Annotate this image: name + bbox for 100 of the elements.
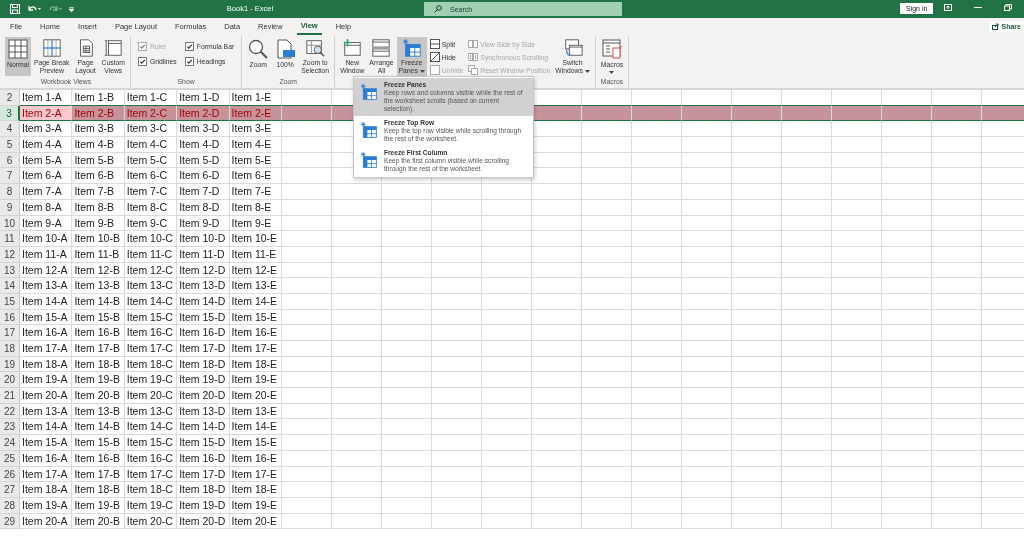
- table-cell: Item 20-D: [177, 513, 230, 530]
- save-icon[interactable]: [10, 4, 20, 14]
- table-cell: Item 13-A: [20, 278, 73, 294]
- row-number[interactable]: 21: [0, 388, 20, 404]
- row-number[interactable]: 7: [0, 168, 20, 185]
- table-cell: Item 9-A: [20, 215, 73, 232]
- table-cell: Item 13-E: [229, 403, 282, 420]
- row-number[interactable]: 20: [0, 372, 20, 389]
- table-cell: Item 17-C: [124, 341, 178, 357]
- minimize-icon[interactable]: [974, 4, 982, 11]
- split-icon: [429, 39, 440, 49]
- table-cell: Item 13-B: [72, 278, 125, 294]
- table-cell: Item 1-D: [177, 90, 230, 106]
- grid-icon: [7, 38, 29, 60]
- table-cell: Item 3-E: [229, 121, 282, 138]
- new-window-icon: [341, 38, 364, 58]
- ribbon-display-icon[interactable]: [944, 4, 952, 11]
- table-cell: Item 16-B: [72, 325, 125, 341]
- table-cell: Item 18-E: [229, 482, 282, 498]
- table-cell: Item 16-C: [124, 325, 178, 341]
- restore-icon[interactable]: [1004, 4, 1012, 11]
- table-cell: Item 13-B: [72, 403, 125, 420]
- side-by-side-icon: [468, 39, 479, 49]
- table-cell: Item 8-B: [72, 199, 125, 216]
- row-number[interactable]: 8: [0, 184, 20, 200]
- table-cell: Item 11-B: [72, 246, 125, 263]
- table-cell: Item 16-A: [20, 450, 73, 467]
- table-cell: Item 17-E: [229, 466, 282, 483]
- side-by-side-icon: [468, 52, 479, 62]
- table-cell: Item 16-D: [177, 450, 230, 467]
- table-cell: Item 4-E: [229, 137, 282, 153]
- row-number[interactable]: 11: [0, 231, 20, 247]
- table-cell: Item 11-D: [177, 246, 230, 263]
- checkbox[interactable]: [184, 42, 194, 51]
- table-cell: Item 18-A: [20, 356, 73, 373]
- table-cell: Item 12-D: [177, 262, 230, 279]
- table-cell: Item 8-E: [229, 199, 282, 216]
- table-cell: Item 18-A: [20, 482, 73, 498]
- table-cell: Item 19-D: [177, 497, 230, 514]
- table-cell: Item 14-B: [72, 419, 125, 436]
- table-cell: Item 16-C: [124, 450, 178, 467]
- row-number[interactable]: 23: [0, 419, 20, 436]
- freeze-panes-icon: [360, 83, 378, 101]
- table-cell: Item 18-C: [124, 356, 178, 373]
- table-cell: Item 19-A: [20, 372, 73, 389]
- table-cell: Item 20-C: [124, 388, 178, 404]
- table-cell: Item 17-E: [229, 341, 282, 357]
- row-number[interactable]: 27: [0, 482, 20, 498]
- row-number[interactable]: 17: [0, 325, 20, 341]
- table-cell: Item 15-E: [229, 435, 282, 451]
- table-cell: Item 5-B: [72, 152, 125, 169]
- table-cell: Item 14-E: [229, 419, 282, 436]
- table-cell: Item 6-D: [177, 168, 230, 185]
- row-number[interactable]: 4: [0, 121, 20, 138]
- table-cell: Item 17-C: [124, 466, 178, 483]
- table-cell: Item 14-C: [124, 419, 178, 436]
- table-cell: Item 4-B: [72, 137, 125, 153]
- table-cell: Item 3-B: [72, 121, 125, 138]
- checkbox[interactable]: [184, 57, 194, 66]
- search-icon: [247, 38, 270, 60]
- table-cell: Item 20-C: [124, 513, 178, 530]
- table-cell: Item 10-E: [229, 231, 282, 247]
- table-cell: Item 14-C: [124, 293, 178, 310]
- row-number[interactable]: 2: [0, 90, 20, 106]
- table-cell: Item 3-C: [124, 121, 178, 138]
- table-cell: Item 9-D: [177, 215, 230, 232]
- table-cell: Item 8-D: [177, 199, 230, 216]
- undo-icon[interactable]: [27, 4, 41, 14]
- table-cell: Item 7-C: [124, 184, 178, 200]
- table-cell: Item 3-D: [177, 121, 230, 138]
- table-cell: Item 10-C: [124, 231, 178, 247]
- page-icon: [274, 38, 297, 60]
- table-cell: Item 13-D: [177, 403, 230, 420]
- table-cell: Item 20-B: [72, 513, 125, 530]
- table-cell: Item 9-C: [124, 215, 178, 232]
- row-number[interactable]: 5: [0, 137, 20, 153]
- table-cell: Item 6-A: [20, 168, 73, 185]
- table-cell: Item 18-D: [177, 482, 230, 498]
- table-cell: Item 7-A: [20, 184, 73, 200]
- table-cell: Item 19-B: [72, 497, 125, 514]
- table-cell: Item 13-D: [177, 278, 230, 294]
- row-number[interactable]: 18: [0, 341, 20, 357]
- table-cell: Item 17-B: [72, 466, 125, 483]
- table-cell: Item 5-C: [124, 152, 178, 169]
- table-cell: Item 15-B: [72, 435, 125, 451]
- table-cell: Item 10-A: [20, 231, 73, 247]
- customize-icon[interactable]: [69, 6, 74, 12]
- table-cell: Item 7-D: [177, 184, 230, 200]
- row-number[interactable]: 24: [0, 435, 20, 451]
- table-cell: Item 14-A: [20, 293, 73, 310]
- custom-views-icon: [102, 38, 125, 58]
- checkbox[interactable]: [137, 57, 147, 66]
- table-cell: Item 16-A: [20, 325, 73, 341]
- table-cell: Item 15-C: [124, 435, 178, 451]
- freeze-panes-icon: [360, 151, 378, 169]
- table-cell: Item 15-D: [177, 435, 230, 451]
- table-cell: Item 12-C: [124, 262, 178, 279]
- table-cell: Item 19-D: [177, 372, 230, 389]
- row-number[interactable]: 14: [0, 278, 20, 294]
- table-cell: Item 19-A: [20, 497, 73, 514]
